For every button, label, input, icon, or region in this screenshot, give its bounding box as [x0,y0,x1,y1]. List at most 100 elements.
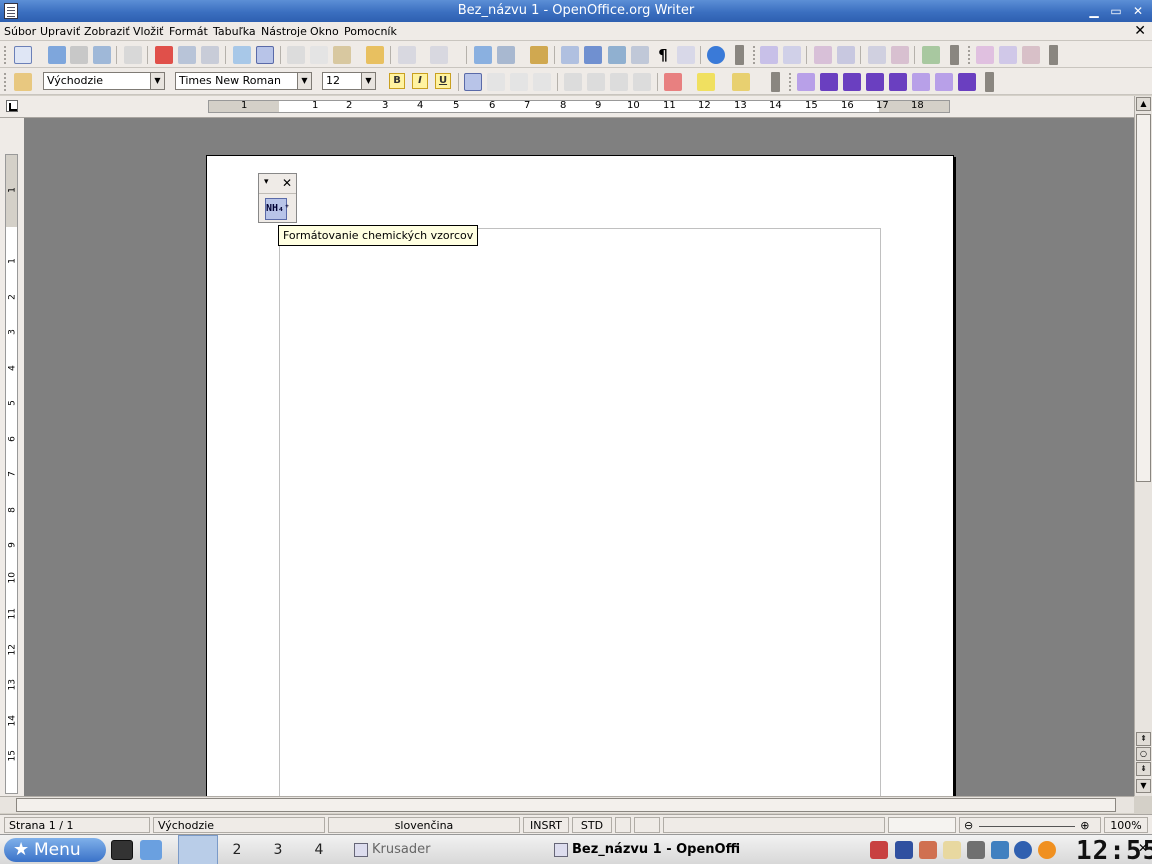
bold-button[interactable]: B [389,73,405,89]
justify-icon[interactable] [533,73,551,91]
align-left-icon[interactable] [464,73,482,91]
insert-mode-indicator[interactable]: INSRT [523,817,569,833]
new-document-icon[interactable] [14,46,32,64]
toolbar-grip[interactable] [3,72,7,92]
workspace-4[interactable]: 4 [299,835,339,864]
view-layout-icons[interactable] [888,817,956,833]
autospellcheck-icon[interactable] [256,46,274,64]
pro-icon[interactable] [760,46,778,64]
menu-view[interactable]: Zobraziť [84,25,130,38]
toolbar-grip[interactable] [3,45,7,65]
page-indicator[interactable]: Strana 1 / 1 [4,817,150,833]
increase-indent-icon[interactable] [633,73,651,91]
horizontal-ruler[interactable]: 1 1 2 3 4 5 6 7 8 9 10 11 12 13 14 15 16… [208,100,950,113]
print-preview-icon[interactable] [201,46,219,64]
export-pdf-icon[interactable] [155,46,173,64]
underline-button[interactable]: U [435,73,451,89]
document-page[interactable] [206,155,954,796]
menu-tools[interactable]: Nástroje [261,25,307,38]
workspace-1-writer-icon[interactable] [178,835,218,864]
t-bold-icon[interactable] [958,73,976,91]
network-icon[interactable] [967,841,985,859]
gallery-icon[interactable] [608,46,626,64]
browser-launcher-icon[interactable] [140,840,162,860]
help-tray-icon[interactable] [1038,841,1056,859]
chevron-down-icon[interactable]: ▼ [150,73,164,89]
abcd-strike-icon[interactable] [1022,46,1040,64]
numbering-icon[interactable] [564,73,582,91]
abc-delete-icon[interactable] [922,46,940,64]
toolbar-overflow-icon[interactable] [1049,45,1058,65]
arrow-split-icon[interactable] [912,73,930,91]
toolbar-grip[interactable] [788,72,792,92]
display-icon[interactable] [991,841,1009,859]
scroll-up-icon[interactable]: ▲ [1136,97,1151,111]
menu-table[interactable]: Tabuľka [213,25,256,38]
zoom-level[interactable]: 100% [1104,817,1148,833]
background-color-icon[interactable] [732,73,750,91]
menu-file[interactable]: Súbor [4,25,36,38]
navigation-icon[interactable]: ○ [1136,747,1151,761]
save-icon[interactable] [70,46,88,64]
chevron-down-icon[interactable]: ▼ [297,73,311,89]
styles-formatting-icon[interactable] [14,73,32,91]
abcd-delete-icon[interactable] [891,46,909,64]
menu-insert[interactable]: Vložiť [133,25,163,38]
font-color-icon[interactable] [664,73,682,91]
font-size-combo[interactable]: 12 ▼ [322,72,376,90]
close-document-icon[interactable]: ✕ [1134,23,1146,39]
zoom-icon[interactable] [677,46,695,64]
page-style-indicator[interactable]: Východzie [153,817,325,833]
pilcrow-icon[interactable]: ¶ [654,46,672,64]
zoom-in-icon[interactable]: ⊕ [1080,819,1089,832]
vertical-ruler[interactable]: 1 1 2 3 4 5 6 7 8 9 10 11 12 13 14 15 [5,154,18,794]
abcd-replace-icon[interactable] [868,46,886,64]
selection-mode-indicator[interactable]: STD [572,817,612,833]
arrow-bar-right-icon[interactable] [866,73,884,91]
font-name-combo[interactable]: Times New Roman ▼ [175,72,312,90]
arrow-turn-icon[interactable] [889,73,907,91]
undo-icon[interactable] [398,46,416,64]
text-direction-icon[interactable] [783,46,801,64]
format-paintbrush-icon[interactable] [366,46,384,64]
toolbar-overflow-icon[interactable] [735,45,744,65]
ab-cd-icon[interactable] [999,46,1017,64]
spellcheck-icon[interactable] [233,46,251,64]
close-window-button[interactable]: ✕ [1130,3,1146,19]
updates-icon[interactable] [1014,841,1032,859]
print-icon[interactable] [178,46,196,64]
highlighting-icon[interactable] [697,73,715,91]
navigator-icon[interactable] [584,46,602,64]
page-down-icon[interactable]: ⇟ [1136,762,1151,776]
scroll-thumb[interactable] [16,798,1116,812]
arrow-turn-down-icon[interactable] [843,73,861,91]
datasources-icon[interactable] [631,46,649,64]
cut-icon[interactable] [287,46,305,64]
italic-button[interactable]: I [412,73,428,89]
redo-icon[interactable] [430,46,448,64]
zoom-track[interactable] [978,825,1075,827]
zoom-out-icon[interactable]: ⊖ [964,819,973,832]
start-menu-button[interactable]: ★ Menu [4,838,106,862]
terminal-icon[interactable] [111,840,133,860]
spezam-icon[interactable] [976,46,994,64]
scroll-down-icon[interactable]: ▼ [1136,779,1151,793]
align-center-icon[interactable] [487,73,505,91]
toolbar-menu-icon[interactable]: ▾ [264,177,269,187]
abcd-swap-icon[interactable] [814,46,832,64]
arrow-both-icon[interactable] [797,73,815,91]
hyperlink-icon[interactable] [474,46,492,64]
vertical-scrollbar[interactable]: ▲ ⇞ ○ ⇟ ▼ [1134,96,1152,796]
workspace-3[interactable]: 3 [258,835,298,864]
paste-icon[interactable] [333,46,351,64]
horizontal-scrollbar[interactable] [0,796,1134,813]
toolbar-overflow-icon[interactable] [771,72,780,92]
chemical-formula-button[interactable]: NH₄⁺ [265,198,290,220]
menu-help[interactable]: Pomocník [344,25,397,38]
open-icon[interactable] [48,46,66,64]
paragraph-style-combo[interactable]: Východzie ▼ [43,72,165,90]
klipper-icon[interactable] [943,841,961,859]
zoom-slider[interactable]: ⊖ ⊕ [959,817,1101,833]
minimize-button[interactable]: ▁ [1086,3,1102,19]
text-boundaries[interactable] [279,228,881,796]
